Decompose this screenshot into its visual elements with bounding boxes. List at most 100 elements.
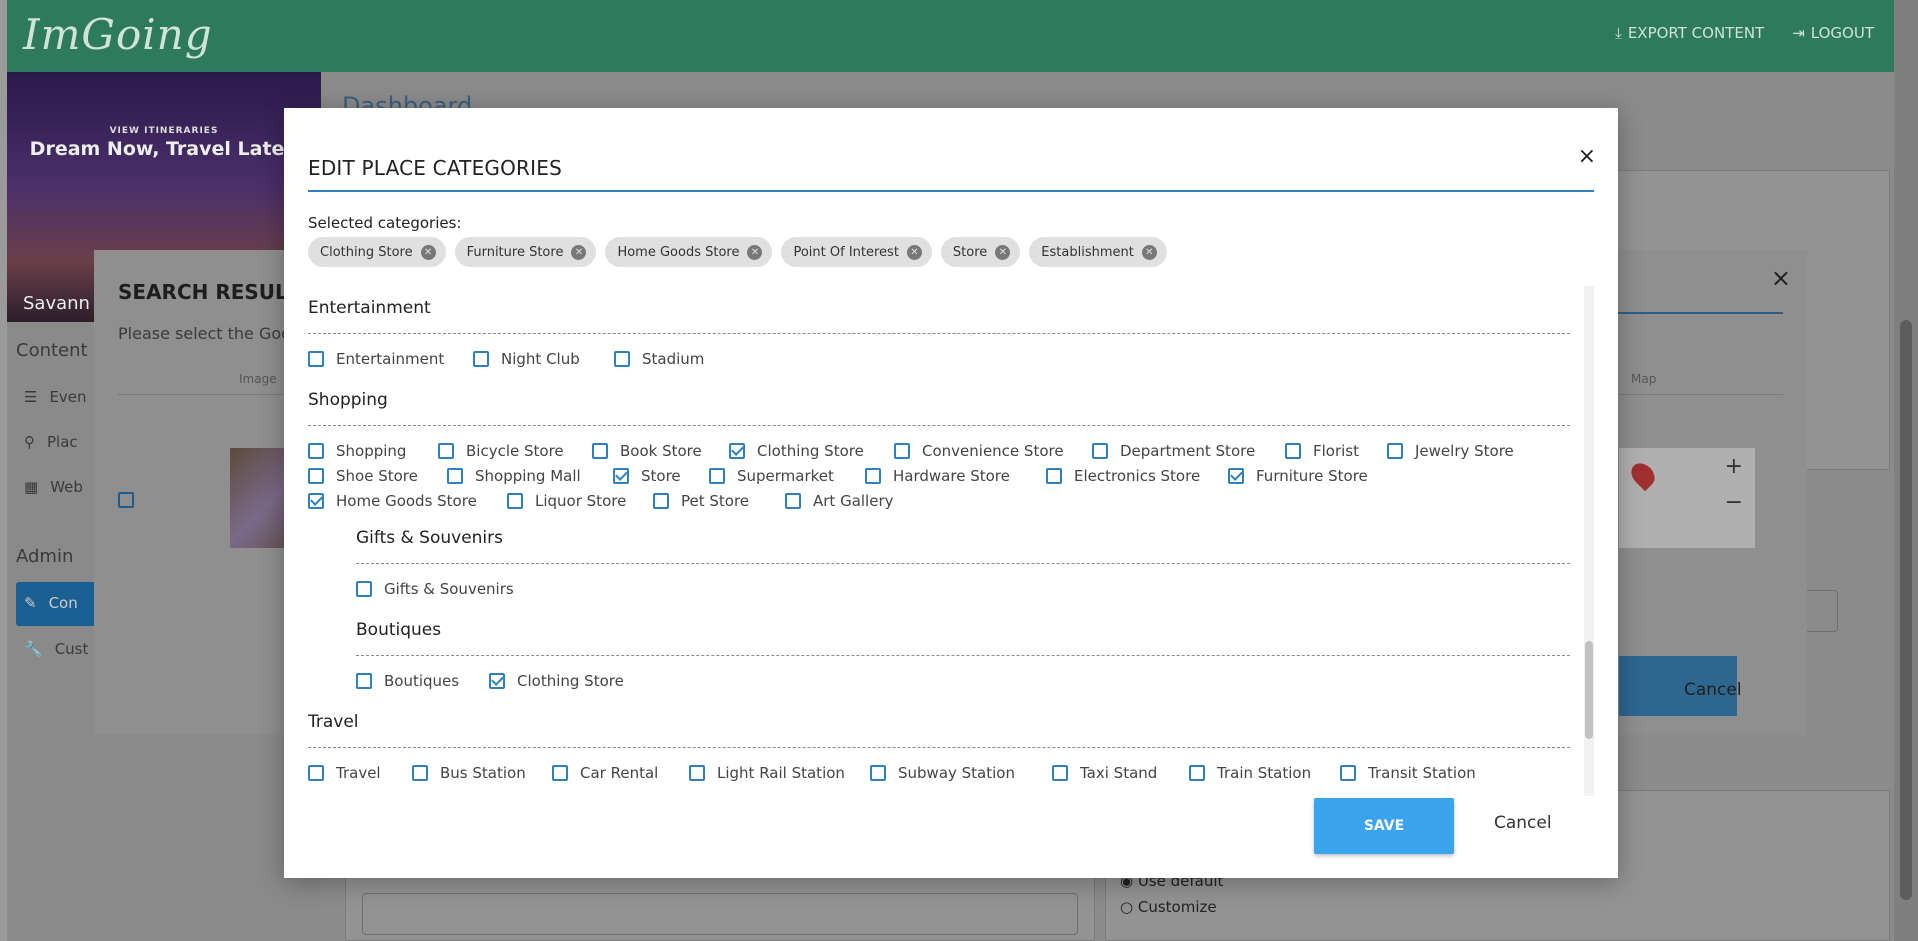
option-subway-station[interactable]: Subway Station xyxy=(870,764,1015,782)
save-button[interactable]: SAVE xyxy=(1314,798,1454,854)
remove-chip-icon[interactable]: ✕ xyxy=(420,244,436,260)
checkbox[interactable] xyxy=(507,493,523,509)
chip-furniture-store: Furniture Store ✕ xyxy=(454,237,597,267)
option-supermarket[interactable]: Supermarket xyxy=(709,467,834,485)
checkbox[interactable] xyxy=(356,581,372,597)
option-clothing-store[interactable]: Clothing Store xyxy=(729,442,864,460)
checkbox[interactable] xyxy=(865,468,881,484)
checkbox[interactable] xyxy=(308,443,324,459)
checkbox[interactable] xyxy=(1046,468,1062,484)
remove-chip-icon[interactable]: ✕ xyxy=(995,244,1011,260)
option-book-store[interactable]: Book Store xyxy=(592,442,702,460)
chip-store: Store ✕ xyxy=(940,237,1021,267)
remove-chip-icon[interactable]: ✕ xyxy=(571,244,587,260)
zoom-out-icon[interactable]: − xyxy=(1725,490,1743,515)
checkbox[interactable] xyxy=(356,673,372,689)
sidebar-item-content[interactable]: ✎ Con xyxy=(24,594,78,612)
option-home-goods-store[interactable]: Home Goods Store xyxy=(308,492,477,510)
close-icon[interactable]: × xyxy=(1771,264,1791,292)
remove-chip-icon[interactable]: ✕ xyxy=(906,244,922,260)
option-night-club[interactable]: Night Club xyxy=(473,350,580,368)
checkbox[interactable] xyxy=(1387,443,1403,459)
checkbox-checked[interactable] xyxy=(489,673,505,689)
checkbox[interactable] xyxy=(473,351,489,367)
option-travel[interactable]: Travel xyxy=(308,764,381,782)
checkbox[interactable] xyxy=(552,765,568,781)
sidebar-item-web[interactable]: ▦ Web xyxy=(24,478,83,496)
checkbox[interactable] xyxy=(785,493,801,509)
option-art-gallery[interactable]: Art Gallery xyxy=(785,492,894,510)
checkbox[interactable] xyxy=(653,493,669,509)
option-gifts-souvenirs[interactable]: Gifts & Souvenirs xyxy=(356,580,514,598)
checkbox[interactable] xyxy=(447,468,463,484)
checkbox[interactable] xyxy=(614,351,630,367)
checkbox[interactable] xyxy=(1189,765,1205,781)
app-logo[interactable]: ImGoing xyxy=(23,10,213,59)
checkbox[interactable] xyxy=(1285,443,1301,459)
option-shopping[interactable]: Shopping xyxy=(308,442,406,460)
categories-scrollbar[interactable] xyxy=(1584,286,1594,796)
export-content-link[interactable]: ⤓ EXPORT CONTENT xyxy=(1615,24,1764,42)
checkbox-checked[interactable] xyxy=(729,443,745,459)
option-hardware-store[interactable]: Hardware Store xyxy=(865,467,1010,485)
option-department-store[interactable]: Department Store xyxy=(1092,442,1255,460)
checkbox[interactable] xyxy=(308,351,324,367)
name-field[interactable] xyxy=(362,893,1078,935)
option-furniture-store[interactable]: Furniture Store xyxy=(1228,467,1368,485)
page-scrollbar-thumb[interactable] xyxy=(1900,320,1912,900)
option-boutiques[interactable]: Boutiques xyxy=(356,672,459,690)
option-jewelry-store[interactable]: Jewelry Store xyxy=(1387,442,1514,460)
customize-option[interactable]: ○ Customize xyxy=(1120,898,1217,916)
checkbox[interactable] xyxy=(709,468,725,484)
checkbox[interactable] xyxy=(308,765,324,781)
close-icon[interactable]: × xyxy=(1578,144,1596,169)
sidebar-item-places[interactable]: ⚲ Plac xyxy=(24,433,78,451)
option-train-station[interactable]: Train Station xyxy=(1189,764,1311,782)
remove-chip-icon[interactable]: ✕ xyxy=(1141,244,1157,260)
checkbox[interactable] xyxy=(308,468,324,484)
option-boutique-clothing-store[interactable]: Clothing Store xyxy=(489,672,624,690)
option-pet-store[interactable]: Pet Store xyxy=(653,492,749,510)
map-thumbnail[interactable]: + − xyxy=(1619,448,1755,548)
option-bus-station[interactable]: Bus Station xyxy=(412,764,526,782)
option-light-rail-station[interactable]: Light Rail Station xyxy=(689,764,845,782)
option-taxi-stand[interactable]: Taxi Stand xyxy=(1052,764,1157,782)
sidebar-item-custom[interactable]: 🔧 Cust xyxy=(24,640,88,658)
option-convenience-store[interactable]: Convenience Store xyxy=(894,442,1064,460)
checkbox[interactable] xyxy=(1340,765,1356,781)
checkbox-checked[interactable] xyxy=(308,493,324,509)
checkbox-checked[interactable] xyxy=(1228,468,1244,484)
sidebar-item-events[interactable]: ☰ Even xyxy=(24,388,87,406)
checkbox[interactable] xyxy=(894,443,910,459)
categories-scroll-area[interactable]: Entertainment Entertainment Night Club S… xyxy=(308,286,1598,796)
checkbox[interactable] xyxy=(592,443,608,459)
edit-place-categories-modal: EDIT PLACE CATEGORIES × Selected categor… xyxy=(284,108,1618,878)
option-electronics-store[interactable]: Electronics Store xyxy=(1046,467,1200,485)
option-stadium[interactable]: Stadium xyxy=(614,350,704,368)
cancel-button[interactable]: Cancel xyxy=(1494,813,1552,833)
logout-icon: ⇥ xyxy=(1792,24,1805,42)
option-shoe-store[interactable]: Shoe Store xyxy=(308,467,418,485)
option-shopping-mall[interactable]: Shopping Mall xyxy=(447,467,581,485)
scrollbar-thumb[interactable] xyxy=(1585,641,1593,739)
search-cancel-button[interactable]: Cancel xyxy=(1684,680,1742,700)
checkbox[interactable] xyxy=(870,765,886,781)
checkbox[interactable] xyxy=(438,443,454,459)
zoom-in-icon[interactable]: + xyxy=(1725,454,1743,479)
option-bicycle-store[interactable]: Bicycle Store xyxy=(438,442,564,460)
checkbox-checked[interactable] xyxy=(613,468,629,484)
page-scrollbar[interactable] xyxy=(1894,0,1918,941)
remove-chip-icon[interactable]: ✕ xyxy=(747,244,763,260)
checkbox[interactable] xyxy=(1052,765,1068,781)
option-car-rental[interactable]: Car Rental xyxy=(552,764,658,782)
checkbox[interactable] xyxy=(689,765,705,781)
option-liquor-store[interactable]: Liquor Store xyxy=(507,492,626,510)
option-transit-station[interactable]: Transit Station xyxy=(1340,764,1476,782)
option-store[interactable]: Store xyxy=(613,467,681,485)
checkbox[interactable] xyxy=(412,765,428,781)
option-florist[interactable]: Florist xyxy=(1285,442,1359,460)
logout-link[interactable]: ⇥ LOGOUT xyxy=(1792,24,1874,42)
checkbox[interactable] xyxy=(1092,443,1108,459)
option-entertainment[interactable]: Entertainment xyxy=(308,350,444,368)
row-checkbox[interactable] xyxy=(118,492,134,508)
